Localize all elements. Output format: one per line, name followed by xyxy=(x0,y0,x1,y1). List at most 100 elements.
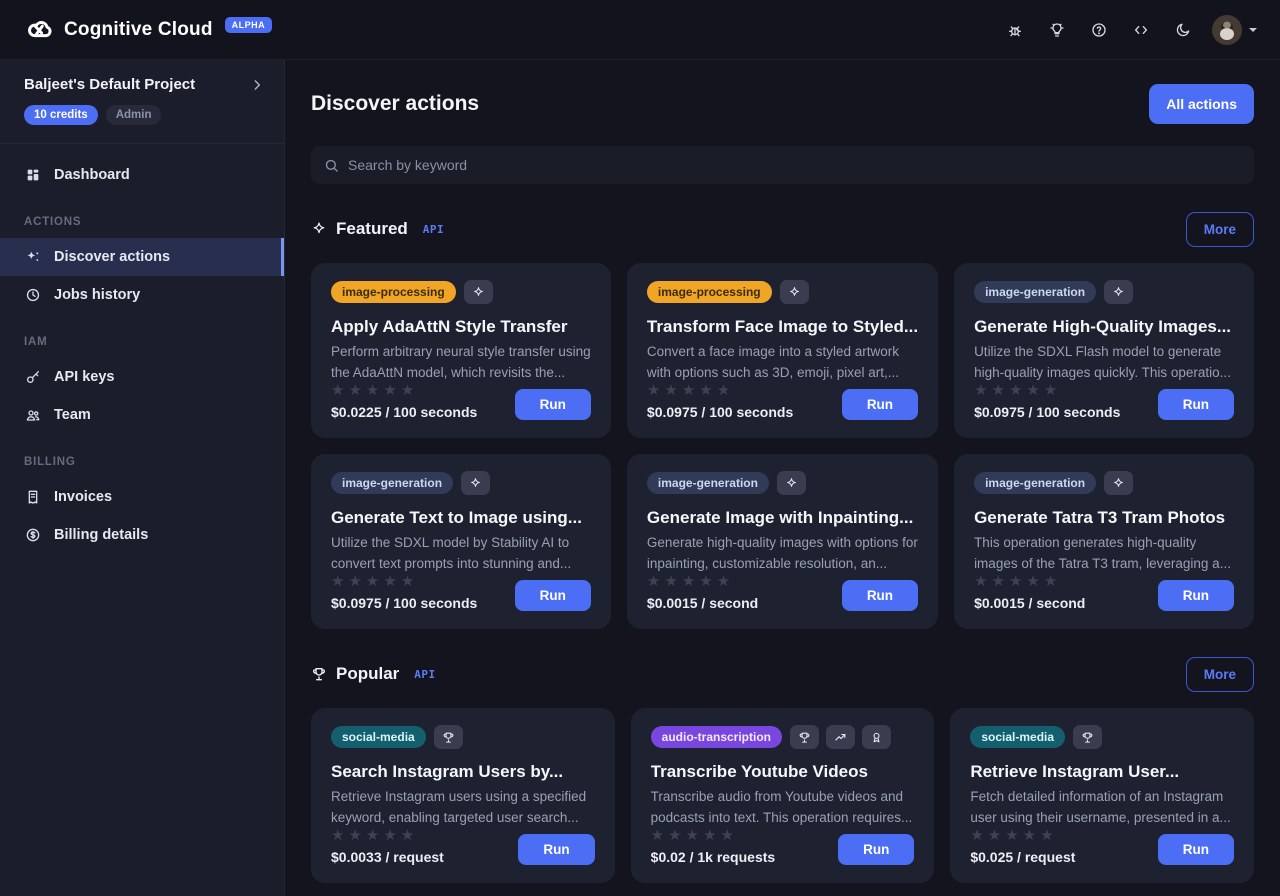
sidebar-item-discover-actions[interactable]: Discover actions xyxy=(0,238,284,276)
card-footer: ★★★★★ $0.02 / 1k requests Run xyxy=(651,828,915,865)
project-switcher[interactable]: Baljeet's Default Project xyxy=(24,76,264,93)
tag-row: image-processing xyxy=(647,280,918,304)
badge-chips xyxy=(1073,725,1102,749)
user-menu[interactable] xyxy=(1212,15,1258,45)
star-rating: ★★★★★ xyxy=(331,574,477,589)
run-button[interactable]: Run xyxy=(838,834,914,865)
section-header: Popular API More xyxy=(311,655,1254,693)
moon-icon xyxy=(1175,22,1191,38)
trending-badge xyxy=(826,725,855,749)
code-icon xyxy=(1133,22,1149,38)
card-description: Perform arbitrary neural style transfer … xyxy=(331,342,591,383)
trophy-icon xyxy=(798,731,811,744)
card-title: Generate Image with Inpainting... xyxy=(647,508,918,528)
run-button[interactable]: Run xyxy=(1158,834,1234,865)
tag-row: image-processing xyxy=(331,280,591,304)
more-button[interactable]: More xyxy=(1186,657,1254,692)
price-label: $0.0975 / 100 seconds xyxy=(331,595,477,611)
trophy-badge xyxy=(434,725,463,749)
sidebar-item-dashboard[interactable]: Dashboard xyxy=(0,156,284,194)
run-button[interactable]: Run xyxy=(518,834,594,865)
star-rating: ★★★★★ xyxy=(647,574,758,589)
sparkle-badge xyxy=(461,471,490,495)
cognitive-cloud-logo-icon xyxy=(24,15,54,45)
lightbulb-button[interactable] xyxy=(1040,13,1074,47)
team-icon xyxy=(24,407,42,423)
card-description: Transcribe audio from Youtube videos and… xyxy=(651,787,915,828)
sidebar-item-api-keys[interactable]: API keys xyxy=(0,358,284,396)
action-card[interactable]: image-generation Generate Tatra T3 Tram … xyxy=(954,454,1254,629)
action-card[interactable]: image-generation Generate High-Quality I… xyxy=(954,263,1254,438)
price-label: $0.0975 / 100 seconds xyxy=(974,404,1120,420)
bug-button[interactable] xyxy=(998,13,1032,47)
run-button[interactable]: Run xyxy=(1158,580,1234,611)
sparkle-icon xyxy=(1112,286,1125,299)
card-footer: ★★★★★ $0.025 / request Run xyxy=(970,828,1234,865)
sidebar-item-team[interactable]: Team xyxy=(0,396,284,434)
category-tag: image-generation xyxy=(974,281,1096,303)
sidebar-item-invoices[interactable]: Invoices xyxy=(0,478,284,516)
card-title: Retrieve Instagram User... xyxy=(970,762,1234,782)
card-description: Retrieve Instagram users using a specifi… xyxy=(331,787,595,828)
tag-row: social-media xyxy=(970,725,1234,749)
star-rating: ★★★★★ xyxy=(974,383,1120,398)
brand: Cognitive Cloud ALPHA xyxy=(24,15,272,45)
star-rating: ★★★★★ xyxy=(331,828,444,843)
project-name: Baljeet's Default Project xyxy=(24,76,195,93)
sidebar-item-label: Team xyxy=(54,407,91,423)
topbar: Cognitive Cloud ALPHA xyxy=(0,0,1280,60)
sparkle-icon xyxy=(472,286,485,299)
invoice-icon xyxy=(24,489,42,505)
card-title: Generate Text to Image using... xyxy=(331,508,591,528)
action-card[interactable]: social-media Retrieve Instagram User... … xyxy=(950,708,1254,883)
star-rating: ★★★★★ xyxy=(970,828,1075,843)
run-button[interactable]: Run xyxy=(515,389,591,420)
run-button[interactable]: Run xyxy=(842,389,918,420)
action-card[interactable]: social-media Search Instagram Users by..… xyxy=(311,708,615,883)
sparkles-icon xyxy=(24,249,42,265)
sidebar-item-label: Dashboard xyxy=(54,167,130,183)
all-actions-button[interactable]: All actions xyxy=(1149,84,1254,124)
action-card[interactable]: image-generation Generate Image with Inp… xyxy=(627,454,938,629)
sidebar-item-jobs-history[interactable]: Jobs history xyxy=(0,276,284,314)
code-button[interactable] xyxy=(1124,13,1158,47)
star-rating: ★★★★★ xyxy=(647,383,793,398)
tag-row: image-generation xyxy=(331,471,591,495)
nav-section-label: IAM xyxy=(0,314,284,358)
search-bar[interactable] xyxy=(311,146,1254,184)
price-label: $0.02 / 1k requests xyxy=(651,849,776,865)
action-card[interactable]: image-processing Transform Face Image to… xyxy=(627,263,938,438)
search-input[interactable] xyxy=(348,157,1241,173)
sidebar-item-billing-details[interactable]: Billing details xyxy=(0,516,284,554)
badge-chips xyxy=(780,280,809,304)
action-card[interactable]: image-generation Generate Text to Image … xyxy=(311,454,611,629)
sparkle-icon xyxy=(1112,477,1125,490)
dashboard-icon xyxy=(24,167,42,183)
category-tag: image-processing xyxy=(647,281,772,303)
card-title: Search Instagram Users by... xyxy=(331,762,595,782)
price-label: $0.0975 / 100 seconds xyxy=(647,404,793,420)
alpha-badge: ALPHA xyxy=(225,17,273,33)
more-button[interactable]: More xyxy=(1186,212,1254,247)
sparkle-badge xyxy=(1104,280,1133,304)
card-section: Featured API More image-processing Apply… xyxy=(311,210,1254,629)
run-button[interactable]: Run xyxy=(1158,389,1234,420)
action-card[interactable]: audio-transcription Transcribe Youtube V… xyxy=(631,708,935,883)
moon-button[interactable] xyxy=(1166,13,1200,47)
card-footer: ★★★★★ $0.0015 / second Run xyxy=(647,574,918,611)
sparkle-badge xyxy=(777,471,806,495)
badge-chips xyxy=(790,725,891,749)
medal-icon xyxy=(870,731,883,744)
avatar[interactable] xyxy=(1212,15,1242,45)
badge-chips xyxy=(1104,471,1133,495)
sparkle-badge xyxy=(1104,471,1133,495)
run-button[interactable]: Run xyxy=(515,580,591,611)
trophy-icon xyxy=(311,666,327,682)
category-tag: audio-transcription xyxy=(651,726,782,748)
run-button[interactable]: Run xyxy=(842,580,918,611)
help-button[interactable] xyxy=(1082,13,1116,47)
action-card[interactable]: image-processing Apply AdaAttN Style Tra… xyxy=(311,263,611,438)
card-description: Generate high-quality images with option… xyxy=(647,533,918,574)
card-description: Utilize the SDXL Flash model to generate… xyxy=(974,342,1234,383)
sidebar: Baljeet's Default Project 10 credits Adm… xyxy=(0,60,285,896)
